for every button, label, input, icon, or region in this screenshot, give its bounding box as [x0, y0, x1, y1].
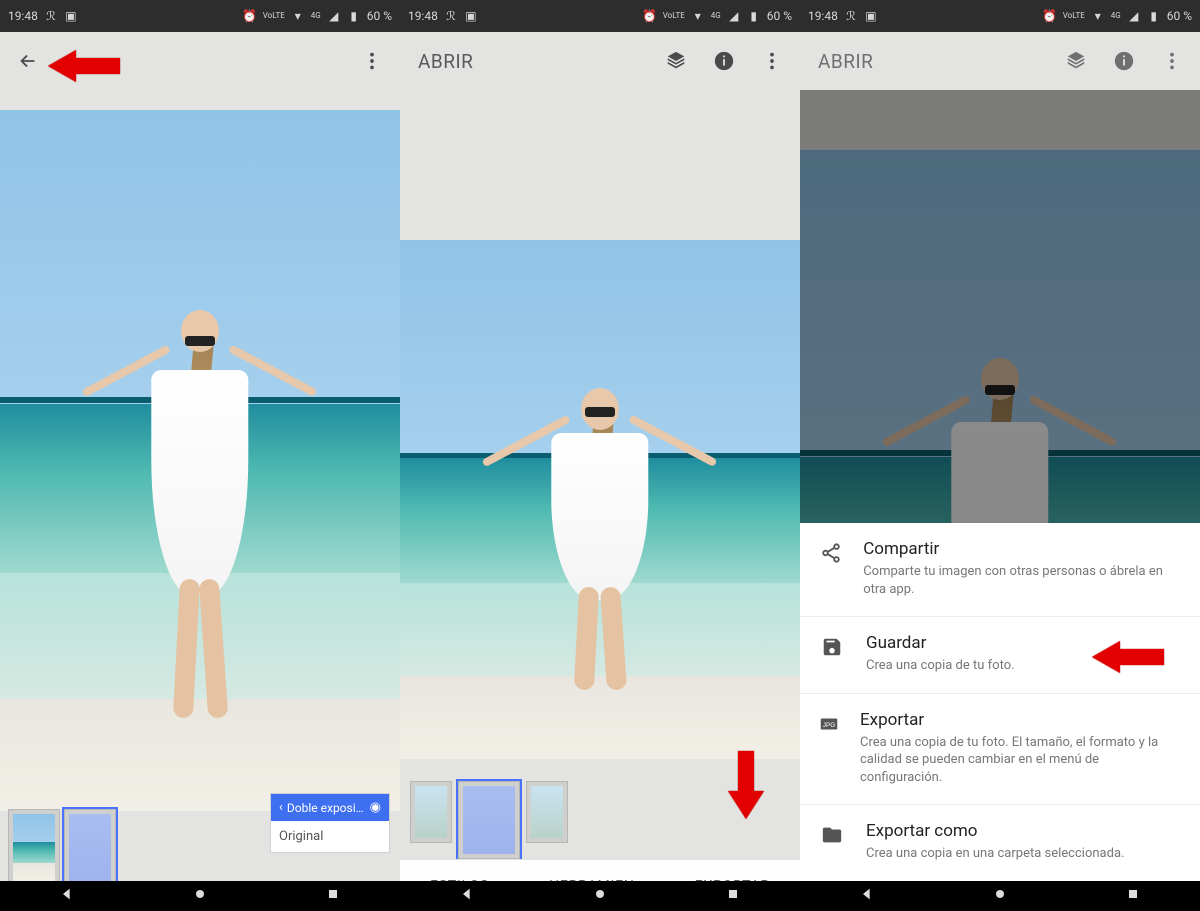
status-app-icon-1: ℛ — [44, 9, 58, 23]
nav-back-button[interactable] — [459, 886, 475, 906]
edit-steps-thumbnails — [8, 809, 116, 889]
history-thumb[interactable] — [526, 781, 568, 843]
status-app-icon-2: ▣ — [64, 9, 78, 23]
effect-name: Doble exposici… — [283, 801, 370, 815]
effect-tooltip-header[interactable]: ‹ Doble exposici… ◉ — [271, 794, 389, 821]
status-bar: 19:48 ℛ ▣ ⏰ VoLTE ▾ 4G ◢ ▮ 60 % — [800, 0, 1200, 32]
open-button[interactable]: ABRIR — [408, 50, 648, 73]
back-button[interactable] — [8, 41, 48, 81]
status-bar: 19:48 ℛ ▣ ⏰ VoLTE ▾ 4G ◢ ▮ 60 % — [0, 0, 400, 32]
android-nav-bar — [0, 881, 400, 911]
overflow-menu-button[interactable] — [752, 41, 792, 81]
sheet-item-export-as[interactable]: Exportar como Crea una copia en una carp… — [800, 805, 1200, 881]
overflow-menu-button[interactable] — [1152, 41, 1192, 81]
sheet-desc: Crea una copia de tu foto. — [866, 657, 1015, 675]
sheet-desc: Comparte tu imagen con otras personas o … — [863, 563, 1182, 598]
status-app-icon-2: ▣ — [864, 9, 878, 23]
edit-step-thumb-active[interactable] — [64, 809, 116, 889]
screenshot-panel-1: 19:48 ℛ ▣ ⏰ VoLTE ▾ 4G ◢ ▮ 60 % — [0, 0, 400, 911]
battery-icon: ▮ — [1147, 9, 1161, 23]
app-bar: ABRIR — [800, 32, 1200, 90]
signal-icon: ◢ — [327, 9, 341, 23]
editor-canvas[interactable]: ‹ Doble exposici… ◉ Original — [0, 90, 400, 911]
sheet-title: Compartir — [863, 539, 1182, 559]
nav-back-button[interactable] — [59, 886, 75, 906]
screenshot-panel-3: 19:48 ℛ ▣ ⏰ VoLTE ▾ 4G ◢ ▮ 60 % ABRIR — [800, 0, 1200, 911]
nav-recents-button[interactable] — [1125, 886, 1141, 906]
battery-icon: ▮ — [347, 9, 361, 23]
folder-icon — [818, 821, 846, 863]
save-icon — [818, 633, 846, 675]
wifi-icon: ▾ — [1091, 9, 1105, 23]
eye-icon[interactable]: ◉ — [370, 800, 381, 815]
app-bar: ABRIR — [400, 32, 800, 90]
jpg-icon: JPG — [818, 710, 840, 787]
overflow-menu-button[interactable] — [352, 41, 392, 81]
battery-text: 60 % — [767, 9, 792, 23]
android-nav-bar — [800, 881, 1200, 911]
annotation-arrow — [1092, 637, 1164, 681]
open-button[interactable]: ABRIR — [808, 50, 1048, 73]
nav-recents-button[interactable] — [725, 886, 741, 906]
svg-text:JPG: JPG — [823, 722, 835, 729]
net-icon: 4G — [1111, 12, 1121, 20]
volte-icon: VoLTE — [663, 12, 685, 20]
alarm-icon: ⏰ — [643, 9, 657, 23]
sheet-item-export[interactable]: JPG Exportar Crea una copia de tu foto. … — [800, 694, 1200, 806]
net-icon: 4G — [311, 12, 321, 20]
sheet-desc: Crea una copia en una carpeta selecciona… — [866, 845, 1124, 863]
net-icon: 4G — [711, 12, 721, 20]
battery-text: 60 % — [1167, 9, 1192, 23]
layers-button[interactable] — [656, 41, 696, 81]
info-button[interactable] — [704, 41, 744, 81]
nav-home-button[interactable] — [592, 886, 608, 906]
sheet-title: Exportar como — [866, 821, 1124, 841]
sheet-item-share[interactable]: Compartir Comparte tu imagen con otras p… — [800, 523, 1200, 617]
nav-home-button[interactable] — [192, 886, 208, 906]
edit-step-thumb[interactable] — [8, 809, 60, 889]
screenshot-panel-2: 19:48 ℛ ▣ ⏰ VoLTE ▾ 4G ◢ ▮ 60 % ABRIR — [400, 0, 800, 911]
wifi-icon: ▾ — [691, 9, 705, 23]
history-thumb-active[interactable] — [458, 781, 520, 859]
sheet-title: Guardar — [866, 633, 1015, 653]
nav-back-button[interactable] — [859, 886, 875, 906]
effect-state[interactable]: Original — [271, 821, 389, 852]
status-time: 19:48 — [808, 9, 838, 23]
volte-icon: VoLTE — [1063, 12, 1085, 20]
info-button[interactable] — [1104, 41, 1144, 81]
android-nav-bar — [400, 881, 800, 911]
status-app-icon-1: ℛ — [844, 9, 858, 23]
status-time: 19:48 — [8, 9, 38, 23]
annotation-arrow — [724, 751, 768, 823]
nav-recents-button[interactable] — [325, 886, 341, 906]
battery-text: 60 % — [367, 9, 392, 23]
export-bottom-sheet: Compartir Comparte tu imagen con otras p… — [800, 523, 1200, 881]
share-icon — [818, 539, 843, 598]
status-bar: 19:48 ℛ ▣ ⏰ VoLTE ▾ 4G ◢ ▮ 60 % — [400, 0, 800, 32]
volte-icon: VoLTE — [263, 12, 285, 20]
effect-tooltip: ‹ Doble exposici… ◉ Original — [270, 793, 390, 853]
history-thumbnails — [410, 781, 568, 859]
status-app-icon-2: ▣ — [464, 9, 478, 23]
alarm-icon: ⏰ — [1043, 9, 1057, 23]
battery-icon: ▮ — [747, 9, 761, 23]
signal-icon: ◢ — [1127, 9, 1141, 23]
sheet-desc: Crea una copia de tu foto. El tamaño, el… — [860, 734, 1182, 787]
alarm-icon: ⏰ — [243, 9, 257, 23]
wifi-icon: ▾ — [291, 9, 305, 23]
annotation-arrow — [48, 46, 120, 90]
layers-button[interactable] — [1056, 41, 1096, 81]
status-time: 19:48 — [408, 9, 438, 23]
status-app-icon-1: ℛ — [444, 9, 458, 23]
history-thumb[interactable] — [410, 781, 452, 843]
sheet-title: Exportar — [860, 710, 1182, 730]
nav-home-button[interactable] — [992, 886, 1008, 906]
signal-icon: ◢ — [727, 9, 741, 23]
